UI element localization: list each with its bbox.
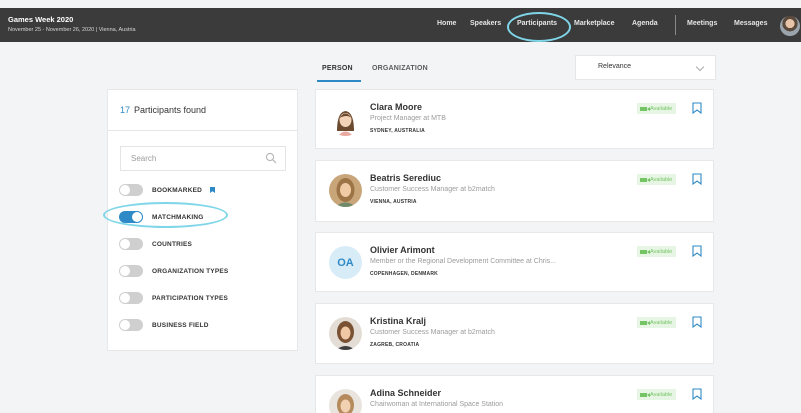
bookmark-icon bbox=[210, 187, 215, 193]
nav-home[interactable]: Home bbox=[437, 20, 456, 27]
nav-speakers[interactable]: Speakers bbox=[470, 20, 501, 27]
filter-label-organization-types: ORGANIZATION TYPES bbox=[152, 268, 229, 275]
participant-name[interactable]: Beatris Serediuc bbox=[370, 173, 441, 183]
toggle-bookmarked[interactable] bbox=[119, 184, 143, 196]
nav-messages[interactable]: Messages bbox=[734, 20, 767, 27]
bookmark-icon[interactable] bbox=[692, 316, 702, 328]
participant-name[interactable]: Clara Moore bbox=[370, 102, 422, 112]
participant-location: VIENNA, AUSTRIA bbox=[370, 199, 417, 205]
toggle-participation-types[interactable] bbox=[119, 292, 143, 304]
avatar bbox=[329, 174, 362, 207]
participant-card[interactable]: Beatris Serediuc Customer Success Manage… bbox=[315, 160, 714, 222]
avatar: OA bbox=[329, 246, 362, 279]
participant-role: Chairwoman at International Space Statio… bbox=[370, 401, 504, 408]
nav-marketplace[interactable]: Marketplace bbox=[574, 20, 614, 27]
video-camera-icon bbox=[640, 106, 650, 111]
avatar bbox=[329, 317, 362, 350]
participant-name[interactable]: Kristina Kralj bbox=[370, 316, 426, 326]
availability-badge: Available bbox=[637, 174, 677, 185]
bookmark-icon[interactable] bbox=[692, 173, 702, 185]
bookmark-icon[interactable] bbox=[692, 102, 702, 114]
search-icon bbox=[265, 152, 277, 164]
results-count-label: Participants found bbox=[134, 105, 207, 115]
availability-badge: Available bbox=[637, 103, 677, 114]
availability-label: Available bbox=[650, 319, 673, 326]
matchmaking-highlight-ring bbox=[103, 202, 228, 228]
participants-highlight-ring bbox=[507, 12, 571, 42]
sort-dropdown[interactable]: Relevance bbox=[575, 55, 716, 80]
participant-card[interactable]: Clara Moore Project Manager at MTB SYDNE… bbox=[315, 89, 714, 149]
toggle-organization-types[interactable] bbox=[119, 265, 143, 277]
participant-name[interactable]: Olivier Arimont bbox=[370, 245, 435, 255]
nav-agenda[interactable]: Agenda bbox=[632, 20, 658, 27]
participant-role: Project Manager at MTB bbox=[370, 115, 446, 122]
participant-role: Member or the Regional Development Commi… bbox=[370, 258, 556, 265]
avatar bbox=[329, 389, 362, 413]
nav-meetings[interactable]: Meetings bbox=[687, 20, 717, 27]
filter-label-participation-types: PARTICIPATION TYPES bbox=[152, 295, 229, 302]
results-count: 17 Participants found bbox=[108, 90, 297, 131]
availability-label: Available bbox=[650, 391, 673, 398]
participant-location: ZAGREB, CROATIA bbox=[370, 342, 420, 348]
tab-person[interactable]: PERSON bbox=[322, 65, 353, 72]
video-camera-icon bbox=[640, 392, 650, 397]
active-tab-underline bbox=[317, 80, 361, 82]
participant-name[interactable]: Adina Schneider bbox=[370, 388, 441, 398]
availability-label: Available bbox=[650, 176, 673, 183]
filter-label-countries: COUNTRIES bbox=[152, 241, 193, 248]
video-camera-icon bbox=[640, 249, 650, 254]
participant-location: SYDNEY, AUSTRALIA bbox=[370, 128, 425, 134]
top-bar: Games Week 2020 November 25 - November 2… bbox=[0, 8, 801, 42]
search-placeholder: Search bbox=[131, 154, 157, 163]
participant-card[interactable]: Kristina Kralj Customer Success Manager … bbox=[315, 303, 714, 364]
participant-role: Customer Success Manager at b2match bbox=[370, 329, 495, 336]
tab-organization[interactable]: ORGANIZATION bbox=[372, 65, 428, 72]
participant-card[interactable]: OA Olivier Arimont Member or the Regiona… bbox=[315, 232, 714, 292]
availability-label: Available bbox=[650, 105, 673, 112]
bookmark-icon[interactable] bbox=[692, 388, 702, 400]
search-input[interactable]: Search bbox=[120, 146, 286, 171]
nav-divider bbox=[675, 15, 676, 35]
video-camera-icon bbox=[640, 177, 650, 182]
availability-badge: Available bbox=[637, 246, 677, 257]
participant-role: Customer Success Manager at b2match bbox=[370, 186, 495, 193]
toggle-countries[interactable] bbox=[119, 238, 143, 250]
user-avatar[interactable] bbox=[780, 16, 800, 36]
availability-label: Available bbox=[650, 248, 673, 255]
filter-label-business-field: BUSINESS FIELD bbox=[152, 322, 209, 329]
participant-card[interactable]: Adina Schneider Chairwoman at Internatio… bbox=[315, 375, 714, 413]
event-dates: November 25 - November 26, 2020 | Vienna… bbox=[8, 27, 136, 33]
bookmark-icon[interactable] bbox=[692, 245, 702, 257]
results-count-number: 17 bbox=[120, 105, 131, 115]
toggle-business-field[interactable] bbox=[119, 319, 143, 331]
participant-location: COPENHAGEN, DENMARK bbox=[370, 271, 438, 277]
availability-badge: Available bbox=[637, 389, 677, 400]
sort-value: Relevance bbox=[598, 63, 632, 70]
avatar bbox=[329, 103, 362, 136]
event-title: Games Week 2020 bbox=[8, 15, 74, 24]
chevron-down-icon bbox=[695, 62, 705, 72]
availability-badge: Available bbox=[637, 317, 677, 328]
filter-label-bookmarked: BOOKMARKED bbox=[152, 187, 203, 194]
video-camera-icon bbox=[640, 320, 650, 325]
